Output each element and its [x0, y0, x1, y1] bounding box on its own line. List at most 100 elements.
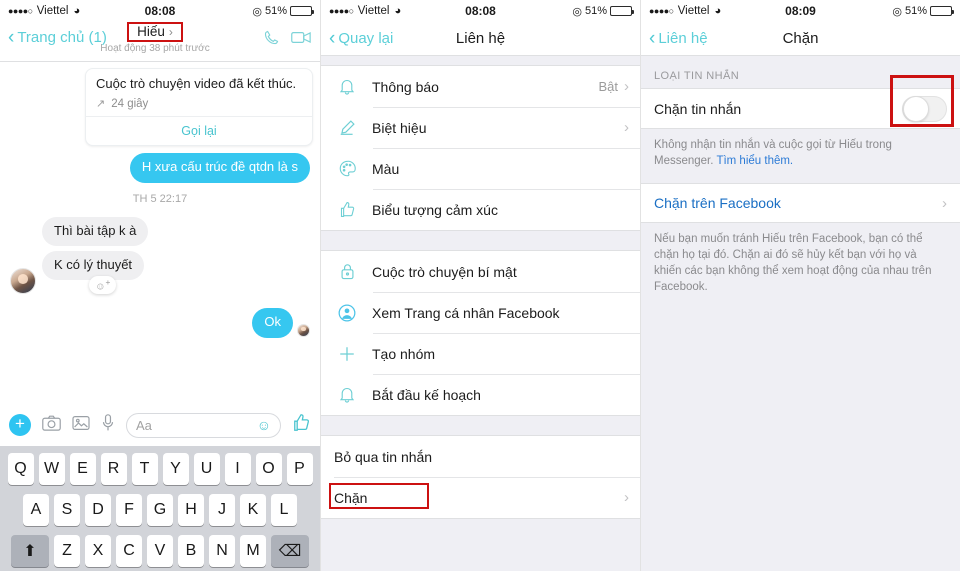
key-f[interactable]: F: [116, 494, 142, 526]
key-z[interactable]: Z: [54, 535, 80, 567]
list-item-color[interactable]: Màu: [321, 148, 640, 189]
battery-icon: [290, 6, 314, 16]
key-q[interactable]: Q: [7, 453, 34, 485]
plus-icon: [334, 345, 360, 363]
block-messages-toggle[interactable]: [902, 95, 947, 122]
wifi-icon: ◕: [394, 5, 402, 17]
signal-dots-icon: ●●●●○: [329, 5, 354, 16]
key-d[interactable]: D: [85, 494, 111, 526]
shift-key[interactable]: ⬆: [11, 535, 49, 567]
plus-icon[interactable]: +: [9, 414, 31, 436]
chat-actions: [263, 24, 312, 51]
list-item-emoji[interactable]: Biểu tượng cảm xúc: [321, 189, 640, 230]
smiley-icon[interactable]: ☺: [257, 417, 271, 433]
message-bubble[interactable]: Thì bài tập k à: [42, 216, 149, 246]
call-back-button[interactable]: Gọi lại: [86, 117, 312, 145]
key-g[interactable]: G: [147, 494, 173, 526]
section-gap: [321, 231, 640, 250]
chevron-left-icon: ‹: [649, 28, 656, 49]
key-c[interactable]: C: [116, 535, 142, 567]
key-h[interactable]: H: [178, 494, 204, 526]
block-messages-row[interactable]: Chặn tin nhắn: [641, 75, 960, 129]
key-i[interactable]: I: [224, 453, 251, 485]
list-item-label: Màu: [372, 160, 400, 177]
photo-icon[interactable]: [72, 415, 90, 436]
list-item-secret-conversation[interactable]: Cuộc trò chuyện bí mật: [321, 251, 640, 292]
chat-title-block: Hiếu › Hoạt động 38 phút trước: [64, 22, 246, 54]
list-item-label: Xem Trang cá nhân Facebook: [372, 304, 560, 321]
back-button[interactable]: ‹ Liên hệ: [649, 29, 708, 48]
key-y[interactable]: Y: [162, 453, 189, 485]
call-duration: 24 giây: [111, 97, 149, 110]
settings-group-3: Bỏ qua tin nhắn Chặn ›: [321, 435, 640, 519]
key-l[interactable]: L: [271, 494, 297, 526]
add-reaction-chip[interactable]: ☺+: [89, 276, 117, 295]
key-x[interactable]: X: [85, 535, 111, 567]
message-bubble[interactable]: H xưa cấu trúc đề qtdn là s: [129, 153, 310, 183]
list-item-nickname[interactable]: Biệt hiệu ›: [321, 107, 640, 148]
thumbs-up-icon[interactable]: [292, 413, 311, 437]
key-r[interactable]: R: [100, 453, 127, 485]
wifi-icon: ◕: [714, 5, 722, 17]
keyboard-row-2: A S D F G H J K L: [2, 494, 318, 526]
carrier-label: Viettel: [36, 5, 69, 17]
key-j[interactable]: J: [209, 494, 235, 526]
status-left-2: ●●●●○ Viettel ◕: [329, 5, 401, 17]
key-v[interactable]: V: [147, 535, 173, 567]
message-row-incoming: Thì bài tập k à K có lý thuyết ☺+: [10, 216, 310, 295]
key-k[interactable]: K: [240, 494, 266, 526]
list-item-ignore-messages[interactable]: Bỏ qua tin nhắn: [321, 436, 640, 477]
block-settings-list: LOẠI TIN NHẮN Chặn tin nhắn Không nhận t…: [641, 56, 960, 571]
contact-name-highlight[interactable]: Hiếu ›: [127, 22, 183, 42]
key-u[interactable]: U: [193, 453, 220, 485]
key-p[interactable]: P: [286, 453, 313, 485]
panel-chat: ●●●●○ Viettel ◕ 08:08 ◎ 51% ‹ Trang chủ …: [0, 0, 320, 571]
list-item-create-group[interactable]: Tạo nhóm: [321, 333, 640, 374]
learn-more-link[interactable]: Tìm hiểu thêm.: [716, 155, 793, 167]
block-on-facebook-label: Chặn trên Facebook: [654, 195, 781, 212]
backspace-key[interactable]: ⌫: [271, 535, 309, 567]
thumbs-up-icon: [334, 201, 360, 218]
key-s[interactable]: S: [54, 494, 80, 526]
message-bubble[interactable]: Ok: [252, 308, 293, 338]
phone-icon[interactable]: [263, 29, 280, 51]
video-camera-icon[interactable]: [291, 30, 312, 50]
key-t[interactable]: T: [131, 453, 158, 485]
chat-scroll-area[interactable]: Cuộc trò chuyện video đã kết thúc. ↗ 24 …: [0, 68, 320, 404]
list-item-notifications[interactable]: Thông báo Bật ›: [321, 66, 640, 107]
key-n[interactable]: N: [209, 535, 235, 567]
list-item-start-plan[interactable]: Bắt đầu kế hoạch: [321, 374, 640, 415]
status-left-3: ●●●●○ Viettel ◕: [649, 5, 721, 17]
message-input[interactable]: Aa ☺: [126, 412, 281, 438]
status-right-3: ◎ 51%: [892, 5, 954, 18]
list-item-label: Chặn: [334, 489, 368, 506]
key-w[interactable]: W: [38, 453, 65, 485]
video-call-ended-card: Cuộc trò chuyện video đã kết thúc. ↗ 24 …: [85, 68, 313, 147]
camera-icon[interactable]: [42, 415, 61, 436]
list-item-block[interactable]: Chặn ›: [321, 477, 640, 518]
key-m[interactable]: M: [240, 535, 266, 567]
list-item-view-facebook-profile[interactable]: Xem Trang cá nhân Facebook: [321, 292, 640, 333]
message-bubble[interactable]: K có lý thuyết: [42, 250, 145, 280]
chevron-right-icon: ›: [942, 194, 947, 212]
microphone-icon[interactable]: [101, 413, 115, 437]
list-item-label: Bắt đầu kế hoạch: [372, 386, 481, 403]
back-button[interactable]: ‹ Quay lại: [329, 29, 393, 48]
key-b[interactable]: B: [178, 535, 204, 567]
location-arrow-icon: ◎: [572, 5, 582, 18]
contact-navbar: ‹ Quay lại Liên hệ: [321, 22, 640, 56]
message-row-outgoing: Ok: [10, 308, 310, 338]
key-o[interactable]: O: [255, 453, 282, 485]
key-a[interactable]: A: [23, 494, 49, 526]
seen-avatar: [297, 323, 310, 337]
block-on-facebook-row[interactable]: Chặn trên Facebook ›: [641, 183, 960, 224]
section-header-message-type: LOẠI TIN NHẮN: [641, 56, 960, 88]
block-messages-label: Chặn tin nhắn: [654, 100, 742, 117]
chat-navbar: ‹ Trang chủ (1) Hiếu › Hoạt động 38 phút…: [0, 22, 320, 62]
key-e[interactable]: E: [69, 453, 96, 485]
chevron-right-icon: ›: [624, 119, 629, 136]
location-arrow-icon: ◎: [252, 5, 262, 18]
signal-dots-icon: ●●●●○: [8, 5, 33, 16]
virtual-keyboard[interactable]: Q W E R T Y U I O P A S D F G H J K L ⬆ …: [0, 446, 320, 571]
status-bar-2: ●●●●○ Viettel ◕ 08:08 ◎ 51%: [321, 0, 640, 22]
